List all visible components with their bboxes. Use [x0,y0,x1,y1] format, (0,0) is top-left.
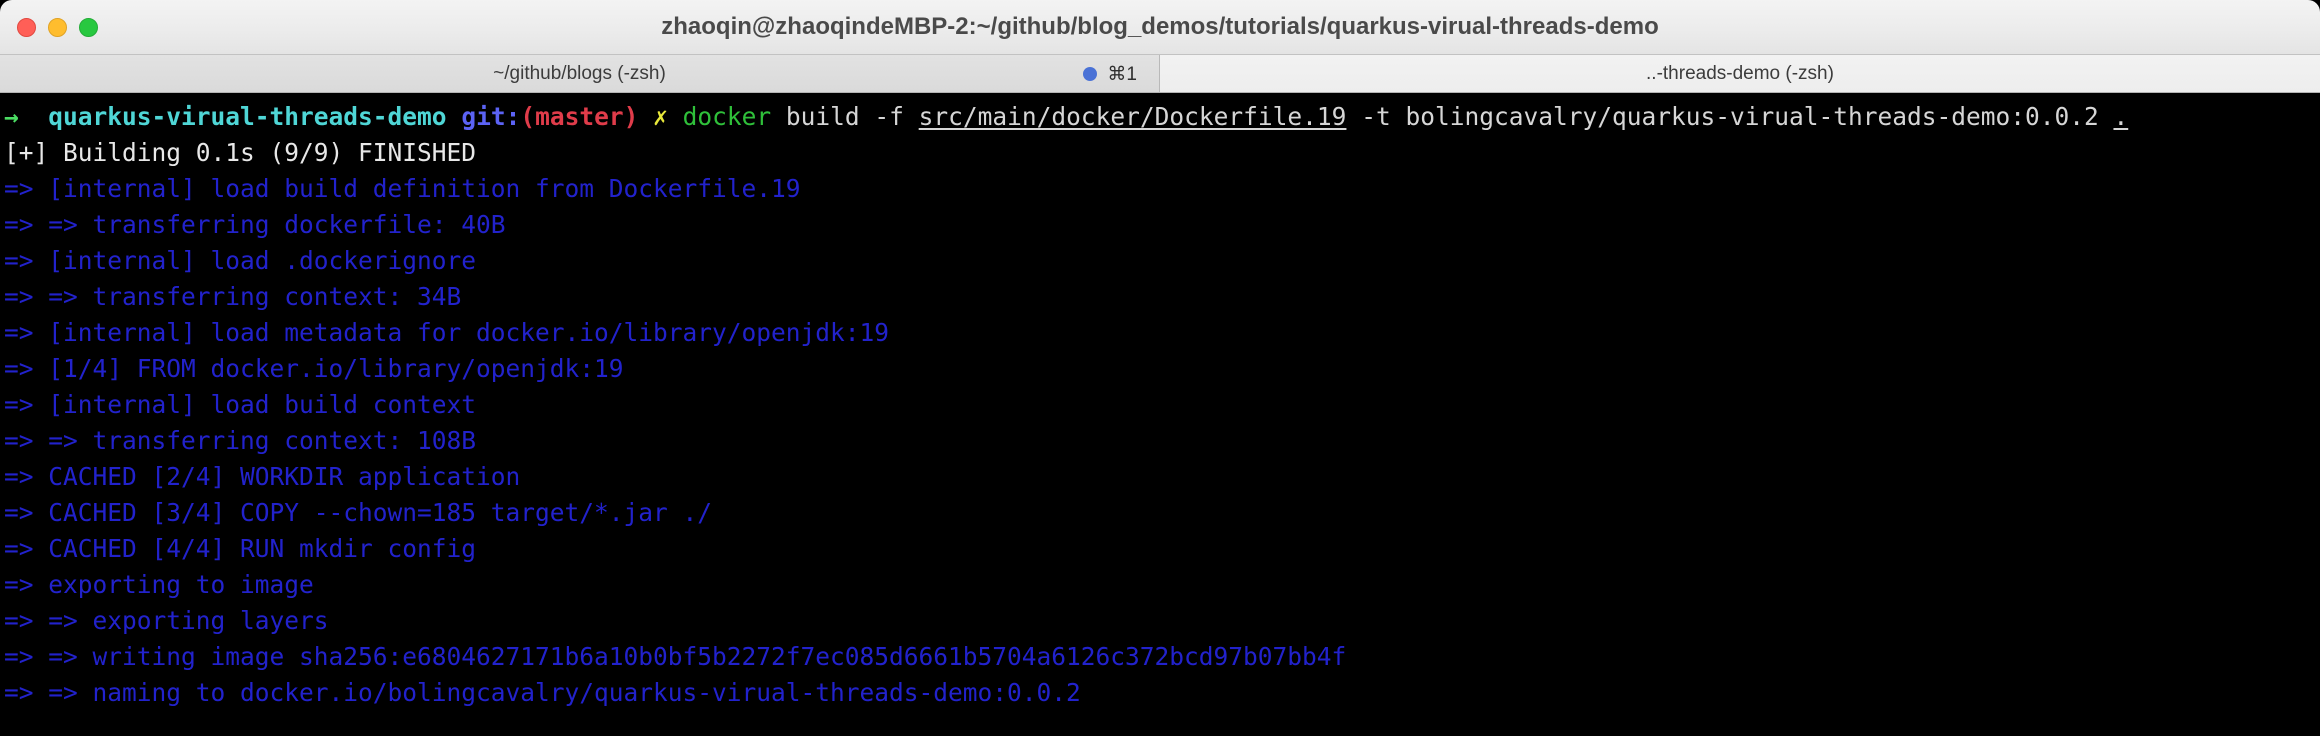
command-line: → quarkus-virual-threads-demo git:(maste… [0,99,2320,135]
terminal-window: zhaoqin@zhaoqindeMBP-2:~/github/blog_dem… [0,0,2320,736]
build-step: => [internal] load .dockerignore [4,246,477,275]
tab-shortcut-label: ⌘1 [1107,63,1137,85]
build-step: => => naming to docker.io/bolingcavalry/… [4,678,1081,707]
build-step: => => transferring context: 108B [4,426,477,455]
build-context-arg: . [2113,102,2129,131]
build-step: => CACHED [2/4] WORKDIR application [4,462,521,491]
build-step: => [internal] load metadata for docker.i… [4,318,890,347]
build-step: => => writing image sha256:e6804627171b6… [4,642,1347,671]
tab-blogs[interactable]: ~/github/blogs (-zsh) ⌘1 [0,55,1160,92]
window-controls [17,0,98,55]
command-name: docker [682,102,772,131]
build-step: => [internal] load build definition from… [4,174,801,203]
build-step: => => transferring context: 34B [4,282,462,311]
command-args-mid: -t bolingcavalry/quarkus-virual-threads-… [1346,102,2114,131]
build-step: => CACHED [3/4] COPY --chown=185 target/… [4,498,713,527]
prompt-git-branch: (master) [520,102,639,131]
build-step: => exporting to image [4,570,314,599]
prompt-dirty-marker: ✗ [653,102,668,131]
minimize-window-icon[interactable] [48,18,67,37]
command-args-pre: build -f [771,102,919,131]
close-window-icon[interactable] [17,18,36,37]
prompt-arrow: → [4,102,19,131]
tab-threads-demo[interactable]: ..-threads-demo (-zsh) [1160,55,2320,92]
window-title: zhaoqin@zhaoqindeMBP-2:~/github/blog_dem… [661,13,1659,40]
build-step: => => transferring dockerfile: 40B [4,210,506,239]
build-step: => => exporting layers [4,606,329,635]
tab-badge: ⌘1 [1083,55,1137,92]
prompt-git-label: git: [461,102,521,131]
maximize-window-icon[interactable] [79,18,98,37]
tab-label: ..-threads-demo (-zsh) [1646,62,1834,84]
tab-label: ~/github/blogs (-zsh) [493,62,666,84]
title-bar: zhaoqin@zhaoqindeMBP-2:~/github/blog_dem… [0,0,2320,55]
dockerfile-path: src/main/docker/Dockerfile.19 [918,102,1347,131]
terminal-output[interactable]: → quarkus-virual-threads-demo git:(maste… [0,93,2320,736]
build-step: => [1/4] FROM docker.io/library/openjdk:… [4,354,624,383]
activity-dot-icon [1083,67,1098,81]
build-step: => CACHED [4/4] RUN mkdir config [4,534,477,563]
build-summary: [+] Building 0.1s (9/9) FINISHED [4,138,477,167]
build-step: => [internal] load build context [4,390,477,419]
tab-bar: ~/github/blogs (-zsh) ⌘1 ..-threads-demo… [0,55,2320,93]
prompt-directory: quarkus-virual-threads-demo [48,102,447,131]
